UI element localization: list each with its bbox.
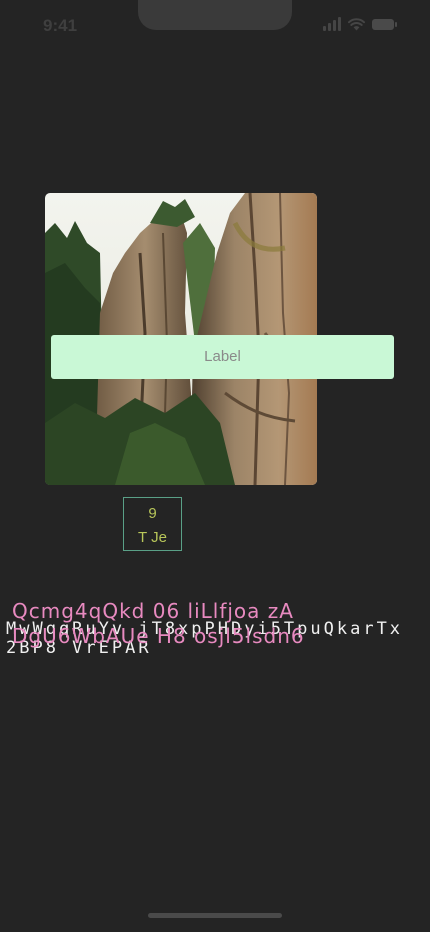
pink-text-block: Qcmg4qQkd 06 liLlfjoa zA DgU6WbAUe H8 os… [12,599,305,648]
badge-box: 9 T Je [123,497,182,551]
notch [138,0,292,30]
status-icons [323,17,397,31]
wifi-icon [348,17,365,30]
battery-icon [372,18,397,30]
home-indicator[interactable] [148,913,282,918]
status-time: 9:41 [43,16,78,35]
label-button[interactable]: Label [51,335,394,379]
badge-number: 9 [148,505,157,522]
status-bar: 9:41 [0,0,430,50]
signal-icon [323,17,341,31]
badge-text: T Je [138,529,167,546]
